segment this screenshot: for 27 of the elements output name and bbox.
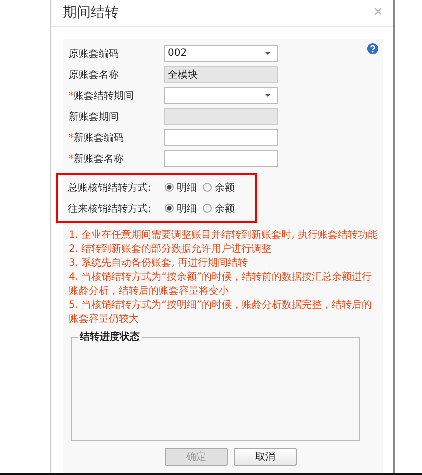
input-field[interactable] bbox=[164, 108, 278, 125]
radio-option[interactable]: 余额 bbox=[203, 180, 235, 194]
note-text: 3. 系统先自动备份账套, 再进行期间结转 bbox=[69, 257, 250, 271]
field-label: *账套结转期间 bbox=[69, 90, 135, 102]
option-label: 总账核销结转方式: bbox=[68, 182, 152, 194]
input-field[interactable] bbox=[164, 150, 278, 167]
dropdown-field[interactable]: 002 bbox=[164, 45, 278, 62]
window-title: 期间结转 bbox=[63, 4, 119, 22]
field-label: 原账套名称 bbox=[69, 68, 120, 82]
input-field[interactable]: 全模块 bbox=[164, 66, 278, 83]
radio-option[interactable]: 明细 bbox=[165, 202, 197, 216]
radio-option[interactable]: 余额 bbox=[203, 202, 235, 216]
note-text: 4. 当核销结转方式为“按余额”的时候，结转前的数据按汇总余额进行账龄分析，结转后的账套容量将变小 bbox=[69, 271, 374, 299]
input-field[interactable] bbox=[164, 129, 278, 146]
dropdown-field[interactable] bbox=[164, 87, 278, 104]
panel-title: 结转进度状态 bbox=[78, 330, 142, 344]
field-label: *新账套名称 bbox=[69, 152, 125, 166]
option-label: 往来核销结转方式: bbox=[68, 202, 152, 216]
note-text: 5. 当核销结转方式为“按明细”的时候，账龄分析数据完整，结转后的账套容量仍较大 bbox=[69, 299, 374, 327]
note-text: 1. 企业在任意期间需要调整账目并结转到新账套时, 执行账套结转功能 bbox=[69, 229, 379, 243]
field-label: 新账套期间 bbox=[69, 110, 120, 124]
radio-option[interactable]: 明细 bbox=[165, 180, 197, 194]
field-label: *新账套编码 bbox=[69, 132, 125, 144]
note-text: 2. 结转到新账套的部分数据允许用户进行调整 bbox=[69, 243, 273, 257]
help-icon[interactable] bbox=[367, 43, 379, 55]
cancel-button[interactable]: 取消 bbox=[234, 448, 297, 466]
field-label: 原账套编码 bbox=[69, 48, 120, 60]
